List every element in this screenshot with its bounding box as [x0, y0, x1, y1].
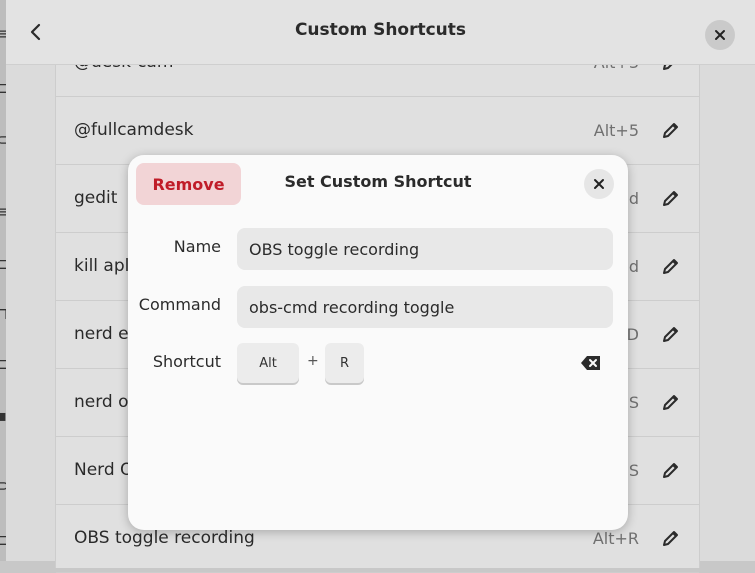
shortcut-accel: Alt+5 [593, 120, 639, 140]
shortcut-key-alt: Alt [237, 343, 299, 383]
backspace-icon[interactable] [580, 354, 602, 372]
pencil-icon[interactable] [661, 256, 681, 276]
shortcut-name: OBS toggle recording [74, 528, 255, 548]
pencil-icon[interactable] [661, 528, 681, 548]
shortcut-plus: + [307, 353, 319, 369]
command-field[interactable]: obs-cmd recording toggle [237, 286, 613, 328]
pencil-icon[interactable] [661, 392, 681, 412]
pencil-icon[interactable] [661, 324, 681, 344]
set-custom-shortcut-dialog: Remove Set Custom Shortcut Name OBS togg… [128, 155, 628, 530]
header-bar: Custom Shortcuts [6, 0, 755, 65]
shortcut-accel: d [628, 256, 639, 276]
dialog-title: Set Custom Shortcut [284, 172, 472, 191]
shortcut-accel: D [626, 324, 639, 344]
shortcut-key-r: R [325, 343, 364, 383]
shortcut-name: gedit [74, 188, 118, 208]
shortcut-accel: S [628, 392, 639, 412]
pencil-icon[interactable] [661, 460, 681, 480]
window-title: Custom Shortcuts [294, 20, 467, 40]
name-field[interactable]: OBS toggle recording [237, 228, 613, 270]
shortcut-accel: S [628, 460, 639, 480]
shortcut-name: nerd of [74, 392, 135, 412]
shortcut-label: Shortcut [152, 352, 221, 371]
dialog-close-button[interactable] [584, 169, 614, 199]
name-label: Name [173, 237, 221, 256]
close-icon [594, 179, 604, 189]
pencil-icon[interactable] [661, 120, 681, 140]
pencil-icon[interactable] [661, 188, 681, 208]
shortcut-accel: Alt+R [592, 528, 639, 548]
shortcut-accel: d [628, 188, 639, 208]
shortcut-name: @fullcamdesk [74, 120, 194, 140]
command-label: Command [138, 295, 221, 314]
window-close-button[interactable] [705, 20, 735, 50]
close-icon [715, 30, 725, 40]
